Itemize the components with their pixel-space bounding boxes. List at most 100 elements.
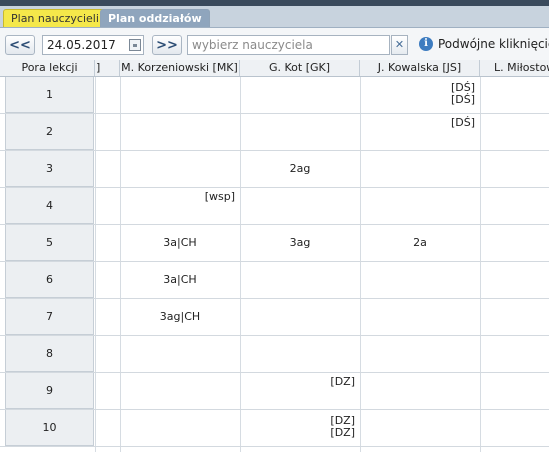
table-row: 4 [wsp]: [0, 188, 549, 225]
header-teacher-mk: M. Korzeniowski [MK]: [120, 60, 240, 76]
timetable-cell[interactable]: [DŚ]: [360, 114, 480, 150]
lesson-number-cell: 3: [5, 151, 94, 187]
timetable-cell[interactable]: 2a: [360, 225, 480, 261]
lesson-entry: 2a: [413, 236, 427, 249]
timetable-cell[interactable]: [480, 114, 549, 150]
toolbar: << >> ▼ ✕ i Podwójne kliknięcie: [0, 28, 549, 61]
date-input[interactable]: [43, 36, 131, 54]
timetable-cell[interactable]: [95, 262, 120, 298]
timetable-cell[interactable]: [95, 77, 120, 113]
prev-day-button[interactable]: <<: [5, 35, 35, 55]
hint-text: Podwójne kliknięcie: [438, 37, 549, 51]
timetable-cell[interactable]: [360, 410, 480, 446]
timetable-cell[interactable]: [480, 262, 549, 298]
timetable-cell[interactable]: [95, 336, 120, 372]
timetable-cell[interactable]: [DZ]: [240, 373, 360, 409]
lesson-number-cell: 1: [5, 77, 94, 113]
timetable-cell[interactable]: [120, 77, 240, 113]
table-row: 10 [DZ] [DZ]: [0, 410, 549, 447]
lesson-entry: 3ag: [289, 236, 311, 249]
timetable-cell[interactable]: [480, 225, 549, 261]
timetable-cell[interactable]: [480, 188, 549, 224]
lesson-entry: 3ag|CH: [159, 310, 201, 323]
tab-plan-nauczycieli[interactable]: Plan nauczycieli: [3, 9, 107, 27]
header-teacher-gk: G. Kot [GK]: [240, 60, 360, 76]
timetable-cell[interactable]: [240, 262, 360, 298]
lesson-entry: [wsp]: [204, 190, 235, 203]
teacher-search-input[interactable]: [188, 36, 376, 54]
timetable-cell[interactable]: [240, 336, 360, 372]
timetable-cell[interactable]: [120, 336, 240, 372]
timetable-cell[interactable]: 2ag: [240, 151, 360, 187]
timetable-cell[interactable]: [120, 114, 240, 150]
lesson-entry: 3a|CH: [163, 273, 197, 286]
lesson-number-cell: 6: [5, 262, 94, 298]
timetable-cell[interactable]: [240, 77, 360, 113]
table-row: 7 3ag|CH: [0, 299, 549, 336]
table-row: 8: [0, 336, 549, 373]
lesson-entry: 3a|CH: [163, 236, 197, 249]
timetable-cell[interactable]: [wsp]: [120, 188, 240, 224]
header-teacher-js: J. Kowalska [JS]: [360, 60, 480, 76]
teacher-select[interactable]: ▼: [187, 35, 390, 55]
lesson-number-cell: 8: [5, 336, 94, 372]
timetable-cell[interactable]: [120, 373, 240, 409]
timetable-cell[interactable]: [480, 373, 549, 409]
lesson-number-cell: 10: [5, 410, 94, 446]
lesson-entry: 2ag: [289, 162, 311, 175]
timetable-cell[interactable]: [360, 336, 480, 372]
table-row: 6 3a|CH: [0, 262, 549, 299]
timetable-cell[interactable]: [360, 373, 480, 409]
header-teacher-lm: L. Miłostowski: [494, 61, 549, 74]
next-day-button[interactable]: >>: [152, 35, 182, 55]
timetable-cell[interactable]: [360, 151, 480, 187]
lesson-number-cell: 7: [5, 299, 94, 335]
timetable-cell[interactable]: [95, 410, 120, 446]
lesson-entry: [DŚ] [DŚ]: [450, 81, 475, 106]
timetable-cell[interactable]: [240, 299, 360, 335]
lesson-entry: [DŚ]: [450, 116, 475, 129]
timetable-cell[interactable]: [DŚ] [DŚ]: [360, 77, 480, 113]
timetable-cell[interactable]: 3a|CH: [120, 262, 240, 298]
timetable-cell[interactable]: [360, 299, 480, 335]
timetable-cell[interactable]: [95, 188, 120, 224]
table-header: Pora lekcji ] M. Korzeniowski [MK] G. Ko…: [0, 60, 549, 77]
table-row: 1 [DŚ] [DŚ]: [0, 77, 549, 114]
timetable-cell[interactable]: 3ag|CH: [120, 299, 240, 335]
lesson-entry: [DZ]: [330, 375, 355, 388]
table-row: 2 [DŚ]: [0, 114, 549, 151]
timetable-cell[interactable]: [360, 262, 480, 298]
timetable-cell[interactable]: [240, 188, 360, 224]
timetable-cell[interactable]: 3ag: [240, 225, 360, 261]
timetable-cell[interactable]: [120, 410, 240, 446]
lesson-number-cell: 2: [5, 114, 94, 150]
timetable-cell[interactable]: [240, 114, 360, 150]
timetable-cell[interactable]: [95, 151, 120, 187]
header-truncated-column: ]: [95, 60, 120, 76]
timetable-cell[interactable]: [120, 151, 240, 187]
clear-button[interactable]: ✕: [391, 35, 408, 55]
timetable-cell[interactable]: [480, 410, 549, 446]
timetable-cell[interactable]: [DZ] [DZ]: [240, 410, 360, 446]
lesson-entry: [DZ] [DZ]: [330, 414, 355, 439]
timetable-cell[interactable]: [480, 336, 549, 372]
timetable-cell[interactable]: [95, 114, 120, 150]
timetable-cell[interactable]: [480, 151, 549, 187]
table-row: 9 [DZ]: [0, 373, 549, 410]
timetable-cell[interactable]: [360, 188, 480, 224]
calendar-icon[interactable]: [129, 39, 141, 51]
header-pora-lekcji: Pora lekcji: [5, 60, 95, 76]
tab-plan-oddzialow[interactable]: Plan oddziałów: [100, 9, 210, 27]
info-icon: i: [419, 37, 433, 51]
timetable-cell[interactable]: [95, 299, 120, 335]
table-row: 3 2ag: [0, 151, 549, 188]
table-row: 5 3a|CH 3ag 2a: [0, 225, 549, 262]
timetable-cell[interactable]: [95, 373, 120, 409]
timetable-cell[interactable]: [480, 77, 549, 113]
lesson-number-cell: 4: [5, 188, 94, 224]
tab-bar: Plan nauczycieli Plan oddziałów: [0, 6, 549, 28]
timetable-cell[interactable]: [95, 225, 120, 261]
timetable-cell[interactable]: [480, 299, 549, 335]
timetable-cell[interactable]: 3a|CH: [120, 225, 240, 261]
lesson-number-cell: 9: [5, 373, 94, 409]
